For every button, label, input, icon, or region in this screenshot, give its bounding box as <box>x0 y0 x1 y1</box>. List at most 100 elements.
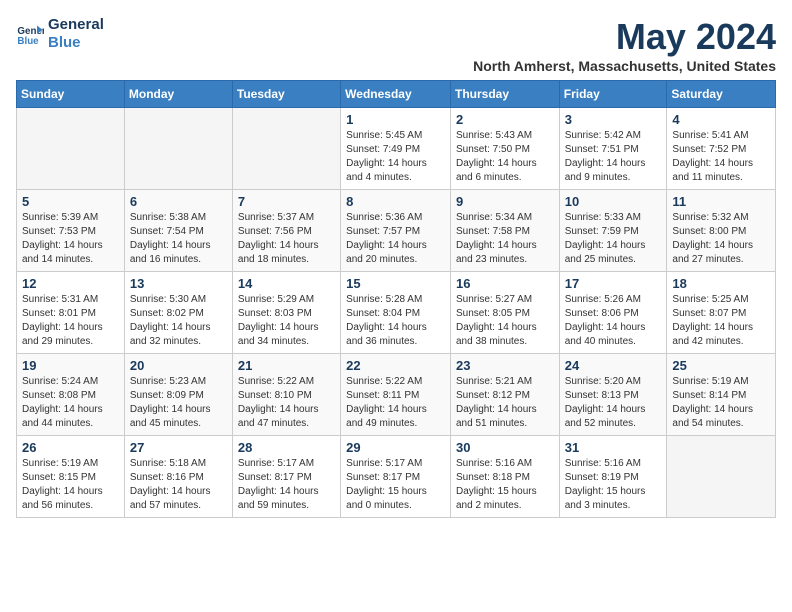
day-number: 16 <box>456 276 554 291</box>
day-header-monday: Monday <box>124 81 232 108</box>
logo-line2: Blue <box>48 34 104 52</box>
day-info: Sunrise: 5:17 AM Sunset: 8:17 PM Dayligh… <box>238 457 335 513</box>
calendar-cell: 21 Sunrise: 5:22 AM Sunset: 8:10 PM Dayli… <box>232 354 340 436</box>
svg-text:Blue: Blue <box>17 36 39 47</box>
day-info: Sunrise: 5:43 AM Sunset: 7:50 PM Dayligh… <box>456 129 554 185</box>
calendar-cell: 5Sunrise: 5:39 AM Sunset: 7:53 PM Daylig… <box>17 190 125 272</box>
calendar-cell: 11 Sunrise: 5:32 AM Sunset: 8:00 PM Dayli… <box>667 190 776 272</box>
calendar-cell: 4 Sunrise: 5:41 AM Sunset: 7:52 PM Daylig… <box>667 108 776 190</box>
day-number: 31 <box>565 440 662 455</box>
day-info: Sunrise: 5:42 AM Sunset: 7:51 PM Dayligh… <box>565 129 662 185</box>
day-number: 13 <box>130 276 227 291</box>
logo-line1: General <box>48 16 104 34</box>
week-row-4: 19 Sunrise: 5:24 AM Sunset: 8:08 PM Dayli… <box>17 354 776 436</box>
day-info: Sunrise: 5:19 AM Sunset: 8:15 PM Dayligh… <box>22 457 119 513</box>
calendar-cell: 13 Sunrise: 5:30 AM Sunset: 8:02 PM Dayli… <box>124 272 232 354</box>
calendar-cell: 30Sunrise: 5:16 AM Sunset: 8:18 PM Dayli… <box>450 436 559 518</box>
day-info: Sunrise: 5:24 AM Sunset: 8:08 PM Dayligh… <box>22 375 119 431</box>
calendar-cell: 20 Sunrise: 5:23 AM Sunset: 8:09 PM Dayli… <box>124 354 232 436</box>
calendar-cell: 23 Sunrise: 5:21 AM Sunset: 8:12 PM Dayli… <box>450 354 559 436</box>
day-header-sunday: Sunday <box>17 81 125 108</box>
day-number: 4 <box>672 112 770 127</box>
day-info: Sunrise: 5:27 AM Sunset: 8:05 PM Dayligh… <box>456 293 554 349</box>
calendar-table: SundayMondayTuesdayWednesdayThursdayFrid… <box>16 80 776 518</box>
day-info: Sunrise: 5:32 AM Sunset: 8:00 PM Dayligh… <box>672 211 770 267</box>
calendar-cell: 3 Sunrise: 5:42 AM Sunset: 7:51 PM Daylig… <box>559 108 667 190</box>
calendar-subtitle: North Amherst, Massachusetts, United Sta… <box>473 58 776 74</box>
day-number: 15 <box>346 276 445 291</box>
day-header-friday: Friday <box>559 81 667 108</box>
logo: General Blue General Blue <box>16 16 104 52</box>
day-number: 28 <box>238 440 335 455</box>
day-number: 12 <box>22 276 119 291</box>
day-info: Sunrise: 5:30 AM Sunset: 8:02 PM Dayligh… <box>130 293 227 349</box>
calendar-cell: 8 Sunrise: 5:36 AM Sunset: 7:57 PM Daylig… <box>341 190 451 272</box>
day-number: 17 <box>565 276 662 291</box>
calendar-cell: 19 Sunrise: 5:24 AM Sunset: 8:08 PM Dayli… <box>17 354 125 436</box>
day-info: Sunrise: 5:22 AM Sunset: 8:10 PM Dayligh… <box>238 375 335 431</box>
day-number: 22 <box>346 358 445 373</box>
day-number: 14 <box>238 276 335 291</box>
day-header-wednesday: Wednesday <box>341 81 451 108</box>
day-info: Sunrise: 5:31 AM Sunset: 8:01 PM Dayligh… <box>22 293 119 349</box>
calendar-cell <box>232 108 340 190</box>
day-header-tuesday: Tuesday <box>232 81 340 108</box>
calendar-cell: 31 Sunrise: 5:16 AM Sunset: 8:19 PM Dayli… <box>559 436 667 518</box>
day-number: 19 <box>22 358 119 373</box>
day-number: 24 <box>565 358 662 373</box>
day-info: Sunrise: 5:37 AM Sunset: 7:56 PM Dayligh… <box>238 211 335 267</box>
day-info: Sunrise: 5:36 AM Sunset: 7:57 PM Dayligh… <box>346 211 445 267</box>
day-number: 21 <box>238 358 335 373</box>
calendar-cell: 16 Sunrise: 5:27 AM Sunset: 8:05 PM Dayli… <box>450 272 559 354</box>
header: General Blue General Blue May 2024 North… <box>16 16 776 74</box>
day-number: 3 <box>565 112 662 127</box>
calendar-cell: 10 Sunrise: 5:33 AM Sunset: 7:59 PM Dayli… <box>559 190 667 272</box>
day-number: 8 <box>346 194 445 209</box>
day-number: 11 <box>672 194 770 209</box>
week-row-1: 1Sunrise: 5:45 AM Sunset: 7:49 PM Daylig… <box>17 108 776 190</box>
day-info: Sunrise: 5:45 AM Sunset: 7:49 PM Dayligh… <box>346 129 445 185</box>
day-number: 6 <box>130 194 227 209</box>
calendar-cell: 17Sunrise: 5:26 AM Sunset: 8:06 PM Dayli… <box>559 272 667 354</box>
day-number: 23 <box>456 358 554 373</box>
day-info: Sunrise: 5:21 AM Sunset: 8:12 PM Dayligh… <box>456 375 554 431</box>
day-number: 10 <box>565 194 662 209</box>
calendar-cell: 22Sunrise: 5:22 AM Sunset: 8:11 PM Dayli… <box>341 354 451 436</box>
day-number: 26 <box>22 440 119 455</box>
calendar-cell <box>124 108 232 190</box>
week-row-2: 5Sunrise: 5:39 AM Sunset: 7:53 PM Daylig… <box>17 190 776 272</box>
calendar-cell: 28 Sunrise: 5:17 AM Sunset: 8:17 PM Dayli… <box>232 436 340 518</box>
calendar-cell: 14 Sunrise: 5:29 AM Sunset: 8:03 PM Dayli… <box>232 272 340 354</box>
logo-icon: General Blue <box>16 20 44 48</box>
day-number: 20 <box>130 358 227 373</box>
day-number: 30 <box>456 440 554 455</box>
day-info: Sunrise: 5:23 AM Sunset: 8:09 PM Dayligh… <box>130 375 227 431</box>
day-info: Sunrise: 5:29 AM Sunset: 8:03 PM Dayligh… <box>238 293 335 349</box>
calendar-cell: 29Sunrise: 5:17 AM Sunset: 8:17 PM Dayli… <box>341 436 451 518</box>
day-info: Sunrise: 5:38 AM Sunset: 7:54 PM Dayligh… <box>130 211 227 267</box>
calendar-cell: 7 Sunrise: 5:37 AM Sunset: 7:56 PM Daylig… <box>232 190 340 272</box>
calendar-cell <box>17 108 125 190</box>
day-number: 27 <box>130 440 227 455</box>
day-info: Sunrise: 5:41 AM Sunset: 7:52 PM Dayligh… <box>672 129 770 185</box>
calendar-cell: 6 Sunrise: 5:38 AM Sunset: 7:54 PM Daylig… <box>124 190 232 272</box>
calendar-title: May 2024 <box>473 16 776 58</box>
day-info: Sunrise: 5:16 AM Sunset: 8:19 PM Dayligh… <box>565 457 662 513</box>
day-info: Sunrise: 5:28 AM Sunset: 8:04 PM Dayligh… <box>346 293 445 349</box>
day-info: Sunrise: 5:33 AM Sunset: 7:59 PM Dayligh… <box>565 211 662 267</box>
day-number: 7 <box>238 194 335 209</box>
calendar-cell: 25Sunrise: 5:19 AM Sunset: 8:14 PM Dayli… <box>667 354 776 436</box>
calendar-cell: 26 Sunrise: 5:19 AM Sunset: 8:15 PM Dayli… <box>17 436 125 518</box>
day-info: Sunrise: 5:19 AM Sunset: 8:14 PM Dayligh… <box>672 375 770 431</box>
day-info: Sunrise: 5:20 AM Sunset: 8:13 PM Dayligh… <box>565 375 662 431</box>
title-area: May 2024 North Amherst, Massachusetts, U… <box>473 16 776 74</box>
day-info: Sunrise: 5:18 AM Sunset: 8:16 PM Dayligh… <box>130 457 227 513</box>
day-header-saturday: Saturday <box>667 81 776 108</box>
calendar-cell: 27 Sunrise: 5:18 AM Sunset: 8:16 PM Dayli… <box>124 436 232 518</box>
day-info: Sunrise: 5:34 AM Sunset: 7:58 PM Dayligh… <box>456 211 554 267</box>
day-number: 18 <box>672 276 770 291</box>
day-number: 2 <box>456 112 554 127</box>
calendar-cell: 9Sunrise: 5:34 AM Sunset: 7:58 PM Daylig… <box>450 190 559 272</box>
day-info: Sunrise: 5:25 AM Sunset: 8:07 PM Dayligh… <box>672 293 770 349</box>
week-row-3: 12 Sunrise: 5:31 AM Sunset: 8:01 PM Dayli… <box>17 272 776 354</box>
